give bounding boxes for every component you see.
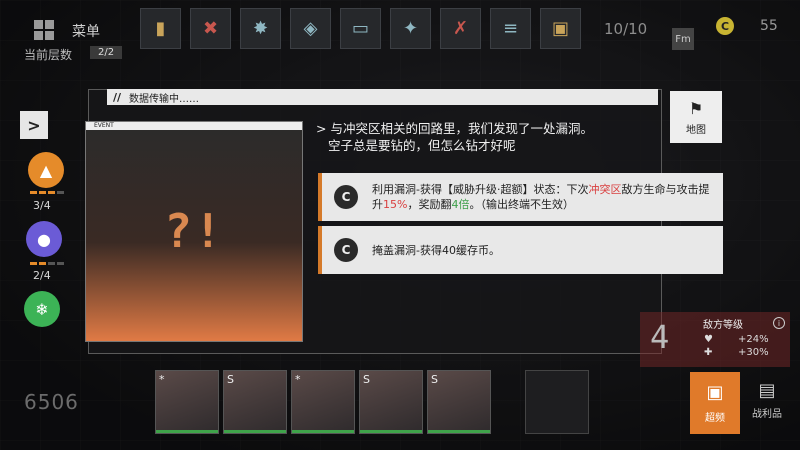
burst-icon[interactable]: ✸ — [240, 8, 281, 49]
option-exploit-text: 利用漏洞-获得【威胁升级·超额】状态：下次冲突区敌方生命与攻击提升15%，奖励翻… — [372, 182, 723, 212]
hp-bar — [428, 430, 490, 433]
chip-icon[interactable]: ▭ — [340, 8, 381, 49]
enemy-atk-bonus: +30% — [738, 347, 769, 358]
event-mark: ?! — [164, 204, 224, 258]
shirt-icon[interactable]: ▲ — [28, 152, 64, 188]
hp-bar — [224, 430, 286, 433]
expand-button[interactable]: > — [20, 111, 48, 139]
enemy-hp-bonus: +24% — [738, 334, 769, 345]
character-portrait[interactable]: * — [291, 370, 355, 434]
empty-slot[interactable] — [525, 370, 589, 434]
spark-icon[interactable]: ✦ — [390, 8, 431, 49]
squad-bar: * S * S S — [155, 370, 589, 434]
event-text-line1: 与冲突区相关的回路里，我们发现了一处漏洞。 — [330, 121, 593, 136]
option-cover-text: 掩盖漏洞-获得40缓存币。 — [372, 243, 500, 257]
coin-icon: C — [716, 17, 734, 35]
option-cover[interactable]: C 掩盖漏洞-获得40缓存币。 — [318, 226, 723, 274]
class-icon: * — [159, 373, 165, 386]
hp-bar — [292, 430, 354, 433]
blade-icon[interactable]: ✗ — [440, 8, 481, 49]
floor-label: 当前层数 — [24, 48, 73, 62]
power-value: 6506 — [24, 390, 79, 414]
snowflake-icon[interactable]: ❄ — [24, 291, 60, 327]
chip-icon: ▣ — [706, 382, 724, 403]
shirt-count: 3/4 — [33, 199, 51, 212]
option-c-icon: C — [334, 185, 358, 209]
map-label: 地图 — [686, 124, 706, 136]
event-card: EVENT ?! — [85, 121, 303, 342]
dialog-title: 数据传输中…… — [129, 93, 200, 105]
hammer-icon[interactable]: ✖ — [190, 8, 231, 49]
menu-label[interactable]: 菜单 — [72, 21, 100, 41]
character-portrait[interactable]: * — [155, 370, 219, 434]
overclock-button[interactable]: ▣ 超频 — [690, 372, 740, 434]
bag-icon: ▤ — [758, 380, 776, 401]
class-icon: S — [227, 373, 234, 386]
loot-button[interactable]: ▤ 战利品 — [752, 380, 782, 420]
class-icon: * — [295, 373, 301, 386]
text-arrow: > — [316, 121, 327, 136]
opt1-part: ，奖励翻 — [407, 198, 452, 211]
opt1-multiplier: 4倍 — [451, 198, 470, 211]
character-portrait[interactable]: S — [359, 370, 423, 434]
event-description: > 与冲突区相关的回路里，我们发现了一处漏洞。 空子总是要钻的，但怎么钻才好呢 — [316, 120, 656, 154]
coin-value: 55 — [760, 18, 778, 34]
option-c-icon: C — [334, 238, 358, 262]
hp-bar — [156, 430, 218, 433]
robot-icon[interactable]: ▣ — [540, 8, 581, 49]
opt1-zone: 冲突区 — [588, 183, 622, 196]
enemy-level: 4 — [650, 318, 670, 356]
circuit-icon[interactable]: ≡ — [490, 8, 531, 49]
character-portrait[interactable]: S — [223, 370, 287, 434]
heart-icon: ♥ — [704, 334, 713, 345]
squad-gap — [495, 370, 521, 434]
event-tag: EVENT — [86, 122, 302, 130]
item-count: 10/10 — [604, 20, 648, 38]
items-bar: ▮ ✖ ✸ ◈ ▭ ✦ ✗ ≡ ▣ — [140, 8, 581, 49]
info-icon[interactable]: i — [773, 317, 785, 329]
person-count: 2/4 — [33, 269, 51, 282]
floor-value: 2/2 — [90, 46, 123, 59]
opt1-percent: 15% — [383, 198, 408, 211]
person-icon[interactable]: ● — [26, 221, 62, 257]
fm-icon[interactable]: Fm — [672, 28, 694, 50]
class-icon: S — [431, 373, 438, 386]
dialog-header: // 数据传输中…… — [107, 89, 658, 105]
person-ticks — [30, 262, 64, 265]
map-pin-icon: ⚑ — [688, 98, 704, 118]
option-exploit[interactable]: C 利用漏洞-获得【威胁升级·超额】状态：下次冲突区敌方生命与攻击提升15%，奖… — [318, 173, 723, 221]
header-slashes: // — [113, 90, 122, 104]
character-portrait[interactable]: S — [427, 370, 491, 434]
device-icon[interactable]: ▮ — [140, 8, 181, 49]
opt1-part: 。（输出终端不生效） — [469, 198, 574, 211]
hp-bar — [360, 430, 422, 433]
shirt-ticks — [30, 191, 64, 194]
event-text-line2: 空子总是要钻的，但怎么钻才好呢 — [328, 138, 516, 153]
loot-label: 战利品 — [752, 409, 782, 420]
helmet-icon[interactable]: ◈ — [290, 8, 331, 49]
map-button[interactable]: ⚑ 地图 — [670, 91, 722, 143]
overclock-label: 超频 — [705, 413, 725, 424]
class-icon: S — [363, 373, 370, 386]
enemy-title: 敌方等级 — [703, 320, 743, 331]
sword-icon: ✚ — [704, 347, 713, 358]
opt1-part: 利用漏洞-获得【威胁升级·超额】状态：下次 — [372, 183, 589, 196]
menu-grid-icon[interactable] — [34, 20, 54, 40]
